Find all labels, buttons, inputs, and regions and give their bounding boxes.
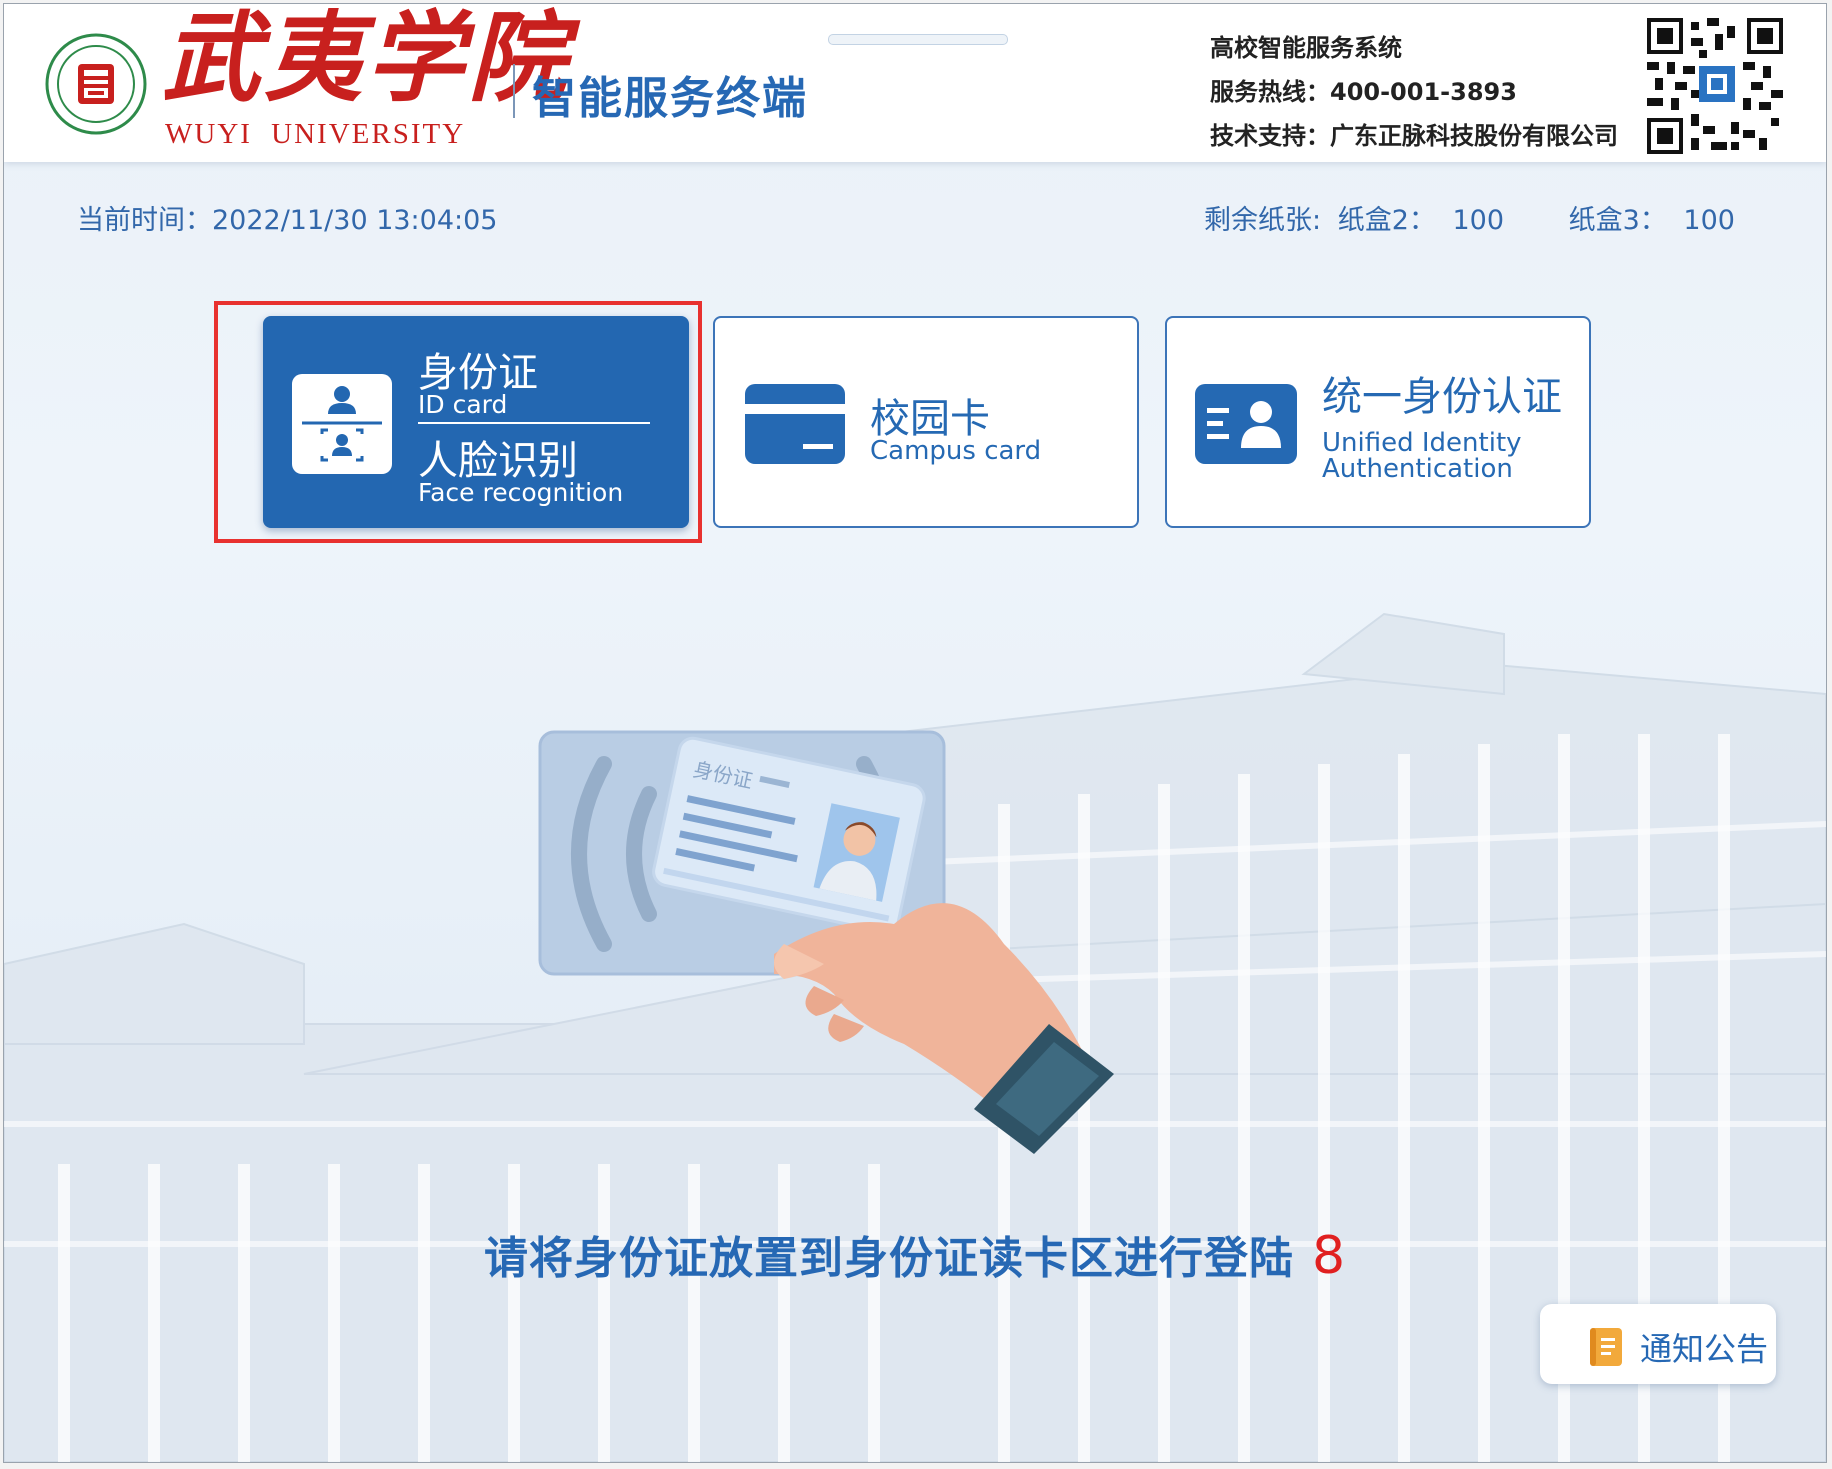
tray2-value: 100: [1452, 205, 1505, 236]
university-logo-english: WUYI UNIVERSITY: [165, 118, 466, 150]
service-hotline: 服务热线：400-001-3893: [1210, 78, 1517, 106]
university-seal-icon: [45, 33, 147, 135]
notice-button[interactable]: 通知公告: [1540, 1304, 1776, 1384]
qr-code-icon: [1647, 18, 1783, 154]
paper-remaining-label: 剩余纸张:: [1204, 205, 1322, 236]
kiosk-screen: 武夷学院 WUYI UNIVERSITY 智能服务终端 高校智能服务系统 服务热…: [3, 3, 1827, 1463]
unified-identity-label-en: Unified Identity Authentication: [1322, 430, 1522, 482]
system-name: 高校智能服务系统: [1210, 34, 1402, 62]
unified-identity-icon: [1195, 384, 1297, 464]
header-bar: 武夷学院 WUYI UNIVERSITY 智能服务终端 高校智能服务系统 服务热…: [4, 4, 1826, 162]
selected-option-highlight: [214, 301, 702, 543]
login-option-unified-identity[interactable]: 统一身份认证 Unified Identity Authentication: [1165, 316, 1591, 528]
tray3-label: 纸盒3：: [1568, 205, 1667, 236]
unified-identity-label: 统一身份认证: [1322, 374, 1562, 420]
unified-identity-label-en-line1: Unified Identity: [1322, 428, 1522, 458]
countdown-value: 8: [1311, 1226, 1347, 1286]
campus-card-icon: [745, 384, 845, 464]
login-prompt: 请将身份证放置到身份证读卡区进行登陆 8: [4, 1222, 1826, 1286]
campus-card-label-en: Campus card: [870, 436, 1042, 466]
technical-support: 技术支持：广东正脉科技股份有限公司: [1210, 122, 1618, 150]
terminal-title: 智能服务终端: [532, 73, 808, 124]
tray2-label: 纸盒2：: [1337, 205, 1436, 236]
paper-remaining: 剩余纸张: 纸盒2： 100 纸盒3： 100: [1204, 198, 1743, 237]
header-scroll-indicator: [828, 34, 1008, 45]
id-card-reader-illustration: 身份证: [538, 730, 1114, 1154]
notice-document-icon: [1590, 1328, 1622, 1366]
tray3-value: 100: [1683, 205, 1735, 236]
university-logo-chinese: 武夷学院: [162, 3, 571, 116]
login-option-campus-card[interactable]: 校园卡 Campus card: [713, 316, 1139, 528]
logo-divider: [513, 64, 515, 118]
current-time: 当前时间：2022/11/30 13:04:05: [77, 205, 498, 236]
unified-identity-label-en-line2: Authentication: [1322, 454, 1513, 484]
notice-label: 通知公告: [1640, 1330, 1769, 1368]
login-prompt-text: 请将身份证放置到身份证读卡区进行登陆: [483, 1233, 1294, 1284]
